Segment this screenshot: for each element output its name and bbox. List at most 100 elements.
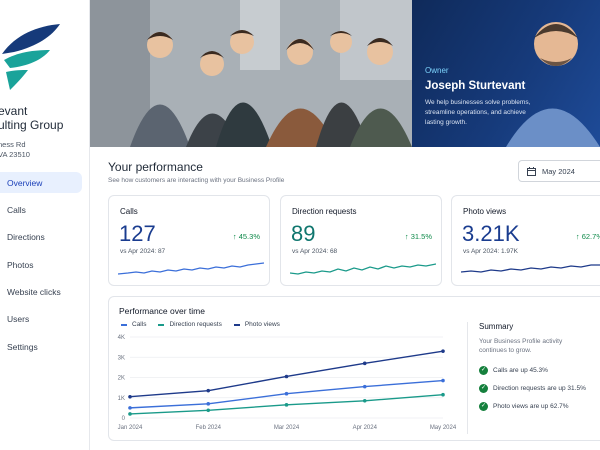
data-point [206,408,211,413]
card-value: 127 [119,221,156,246]
team-photo [90,0,412,147]
card-title: Photo views [463,207,507,216]
x-tick-label: Apr 2024 [353,425,378,431]
calls-card[interactable]: Calls 127 ↑ 45.3% vs Apr 2024: 87 [108,195,270,286]
data-point [441,392,445,397]
owner-panel: Owner Joseph Sturtevant We help business… [412,0,600,147]
y-tick-label: 0 [122,416,126,422]
sidebar-item-users[interactable]: Users [0,309,89,330]
date-selector-label: May 2024 [542,166,575,176]
phone-icon [0,205,4,215]
card-title: Calls [120,207,138,216]
card-title: Direction requests [292,207,357,216]
brand-name-line2: ulting Group [0,118,64,132]
gear-icon [0,342,4,352]
legend-item-calls: Calls [121,321,146,328]
data-point [441,378,445,383]
users-icon [0,314,4,324]
sidebar: evant ulting Group ness Rd VA 23510 Over… [0,0,90,450]
data-point [128,394,132,399]
photo-views-sparkline [461,264,600,273]
sidebar-item-website-clicks[interactable]: Website clicks [0,282,89,303]
data-point [441,349,445,353]
summary-item-text: Calls are up 45.3% [493,367,548,374]
hero-banner: Owner Joseph Sturtevant We help business… [90,0,600,147]
legend-item-photos: Photo views [233,321,280,328]
sidebar-item-label: Calls [7,204,26,215]
data-point [362,361,367,366]
panel-divider [467,322,468,434]
card-change: ↑ 45.3% [233,232,260,241]
card-change: ↑ 62.7% [576,232,600,241]
page-title: Your performance [108,160,203,174]
check-icon: ✓ [479,366,488,375]
card-change: ↑ 31.5% [405,232,432,241]
summary-item-text: Photo views are up 62.7% [493,403,569,410]
summary-subtitle: Your Business Profile activity continues… [479,338,563,354]
card-value: 89 [291,221,316,246]
y-tick-label: 1K [118,396,125,402]
data-point [206,402,211,406]
sidebar-item-label: Photos [7,259,34,270]
data-point [284,391,289,396]
y-tick-label: 2K [118,376,125,382]
y-tick-label: 3K [118,355,125,361]
card-change-value: 45.3% [238,232,260,241]
arrow-up-icon: ↑ [575,232,580,241]
summary-item-text: Direction requests are up 31.5% [493,385,586,392]
cursor-icon [0,287,4,297]
x-tick-label: Feb 2024 [196,425,222,431]
x-tick-label: Jan 2024 [118,425,143,431]
date-selector[interactable]: May 2024 [518,160,600,182]
owner-description: We help businesses solve problems, strea… [425,99,531,126]
sidebar-item-directions[interactable]: Directions [0,227,89,248]
sidebar-item-label: Directions [7,232,45,243]
sidebar-item-photos[interactable]: Photos [0,254,89,275]
sidebar-item-label: Overview [7,177,43,188]
data-point [128,406,132,410]
data-point [362,384,367,389]
address-line1: ness Rd [0,140,26,149]
owner-name: Joseph Sturtevant [425,80,526,92]
summary-item: ✓ Direction requests are up 31.5% [479,384,586,393]
y-tick-label: 4K [118,335,125,341]
directions-sparkline [290,263,436,275]
sidebar-item-overview[interactable]: Overview [0,172,82,193]
page-subtitle: See how customers are interacting with y… [108,177,285,184]
address-line2: VA 23510 [0,150,30,159]
series-line-photo-views [129,350,444,398]
sidebar-item-label: Website clicks [7,287,61,298]
check-icon: ✓ [479,402,488,411]
photo-icon [0,260,4,270]
x-tick-label: Mar 2024 [274,425,300,431]
sidebar-item-settings[interactable]: Settings [0,336,89,357]
sidebar-item-label: Users [7,314,30,325]
data-point [284,374,289,379]
legend-label: Calls [132,321,147,328]
arrow-up-icon: ↑ [232,232,237,241]
directions-icon [0,232,4,242]
team-photo-illustration [90,0,412,147]
legend-label: Direction requests [169,321,222,328]
card-change-value: 62.7% [581,232,600,241]
photo-views-card[interactable]: Photo views 3.21K ↑ 62.7% vs Apr 2024: 1… [451,195,600,286]
arrow-up-icon: ↑ [404,232,409,241]
legend-item-directions: Direction requests [158,321,222,328]
direction-requests-card[interactable]: Direction requests 89 ↑ 31.5% vs Apr 202… [280,195,442,286]
sidebar-item-calls[interactable]: Calls [0,199,89,220]
performance-line-chart: 0 1K 2K 3K 4K Jan 2024 Feb 2024 Mar 2024 Apr 202… [118,335,457,431]
data-point [206,388,211,393]
calendar-icon [527,166,536,176]
check-icon: ✓ [479,384,488,393]
overview-icon [0,178,4,188]
summary-title: Summary [479,322,514,331]
brand-name-line1: evant [0,104,28,118]
legend-label: Photo views [244,321,280,328]
data-point [362,398,367,403]
owner-label: Owner [425,66,449,75]
sidebar-item-label: Settings [7,341,38,352]
summary-item: ✓ Calls are up 45.3% [479,366,548,375]
card-value: 3.21K [462,221,520,246]
x-tick-label: May 2024 [430,425,457,431]
data-point [128,412,132,416]
